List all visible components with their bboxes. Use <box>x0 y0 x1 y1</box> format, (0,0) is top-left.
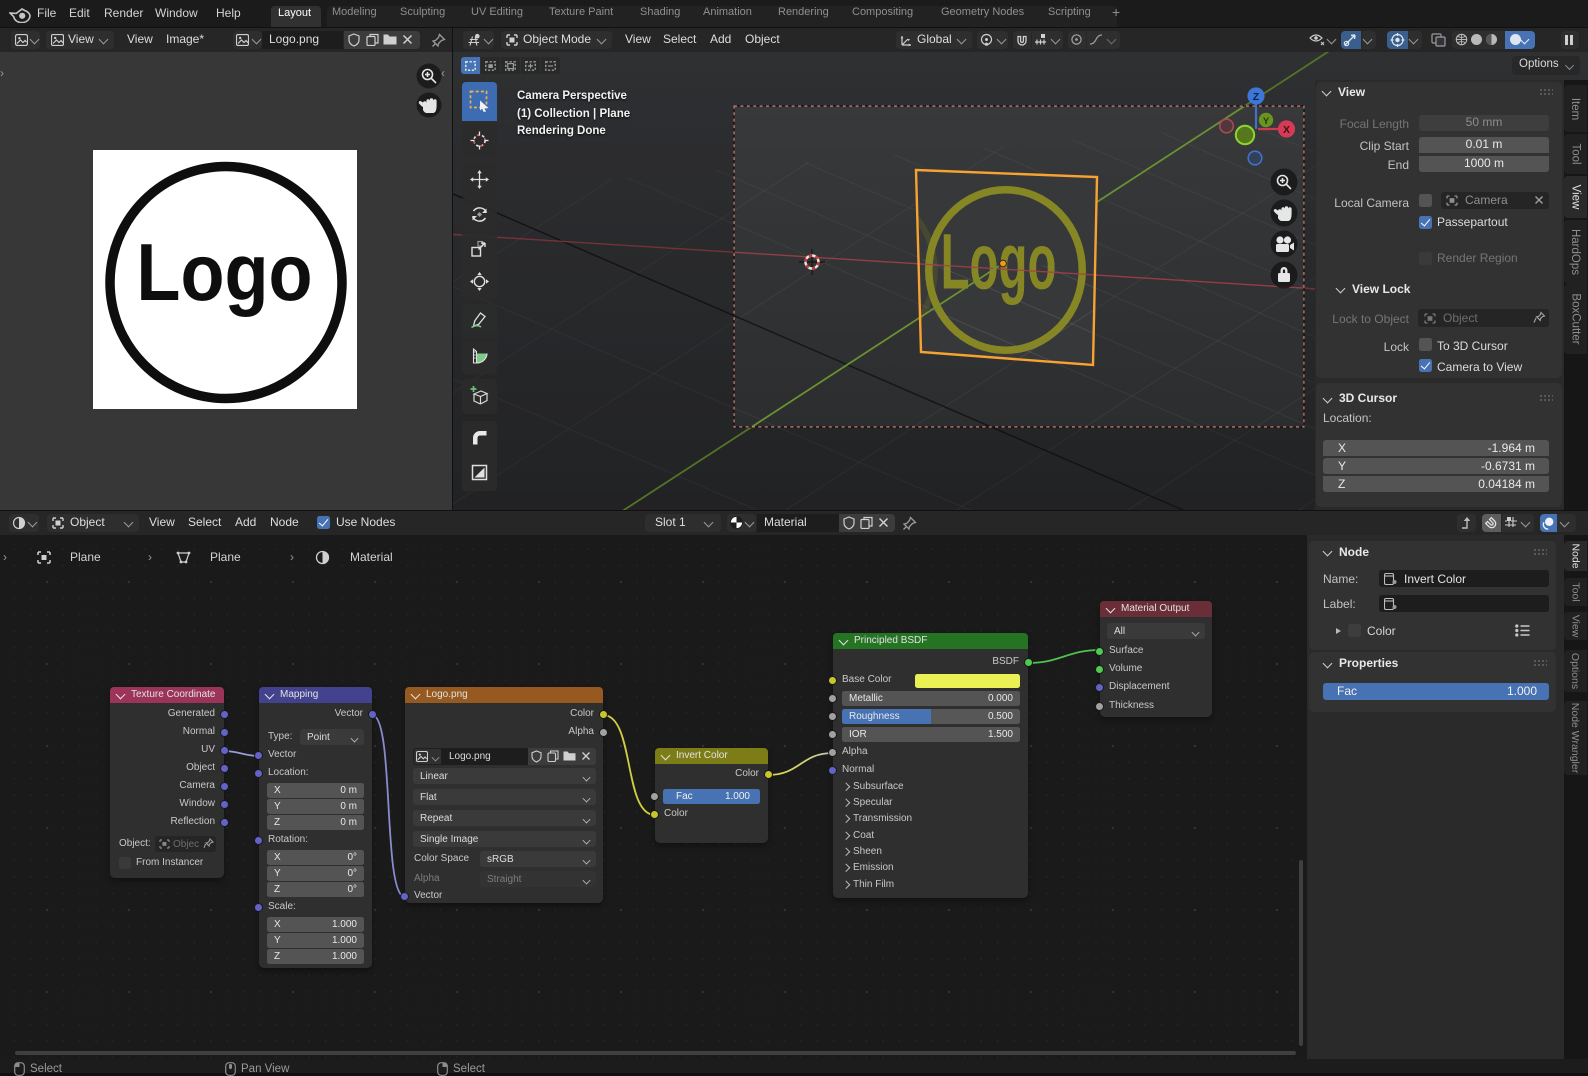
svg-text:Z: Z <box>1253 91 1260 103</box>
svg-text:Logo: Logo <box>136 228 312 318</box>
svg-text:Y: Y <box>1263 116 1270 127</box>
svg-text:X: X <box>1283 124 1290 136</box>
